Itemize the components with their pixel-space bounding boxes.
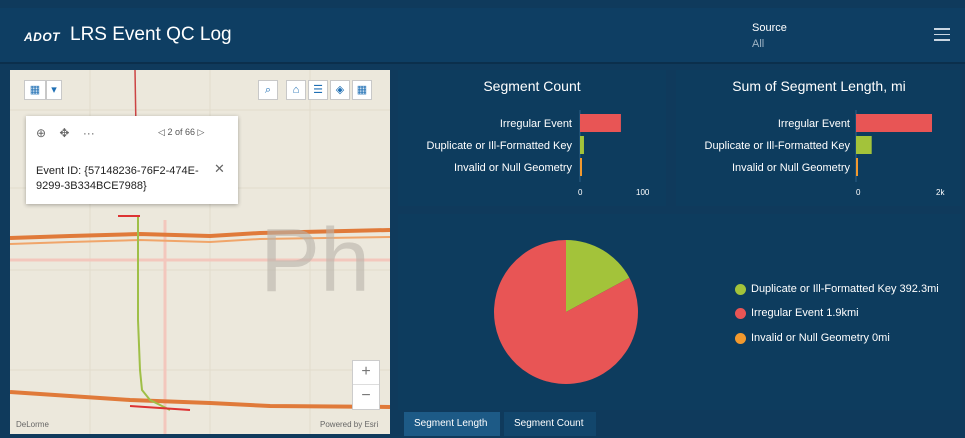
bar-label: Invalid or Null Geometry <box>732 162 850 174</box>
tab-segment-count[interactable]: Segment Count <box>504 412 596 436</box>
segment-length-panel: Sum of Segment Length, mi Irregular Even… <box>676 70 962 206</box>
header-bar: ADOT LRS Event QC Log Source All <box>0 8 965 64</box>
legend-swatch <box>735 332 746 344</box>
legend-item: Irregular Event 1.9kmi <box>735 307 859 319</box>
pager-text: 2 of 66 <box>167 127 195 137</box>
dashboard: ADOT LRS Event QC Log Source All Ph ▦ ▾ … <box>0 0 965 438</box>
axis-tick: 100 <box>636 188 650 197</box>
legend-item: Invalid or Null Geometry 0mi <box>735 332 890 344</box>
source-label: Source <box>752 22 787 34</box>
event-id-text: Event ID: {57148236-76F2-474E-9299-3B334… <box>36 165 199 192</box>
esri-attribution[interactable]: Powered by Esri <box>320 420 378 429</box>
segment-length-bar[interactable] <box>856 158 858 176</box>
basemap-gallery-icon[interactable]: ▦ <box>352 80 372 100</box>
pan-icon[interactable]: ✥ <box>59 126 69 140</box>
segment-length-bar[interactable] <box>856 136 872 154</box>
segment-count-chart <box>579 110 621 182</box>
segment-count-panel: Segment Count Irregular Event Duplicate … <box>398 70 666 206</box>
zoom-out-button[interactable]: − <box>353 385 379 409</box>
legend-swatch <box>735 307 746 319</box>
map-view[interactable]: Ph ▦ ▾ ⌕ ⌂ ☰ ◈ ▦ ⊕ ✥ ··· ◁ 2 of 66 ▷ Eve… <box>10 70 390 434</box>
next-icon[interactable]: ▷ <box>197 127 204 137</box>
pie-panel <box>398 214 962 410</box>
bar-label: Irregular Event <box>499 118 572 130</box>
zoom-to-icon[interactable]: ⊕ <box>36 126 46 140</box>
menu-icon[interactable] <box>934 28 950 42</box>
segment-count-bar[interactable] <box>580 114 621 132</box>
zoom-control: + − <box>352 360 380 410</box>
home-icon[interactable]: ⌂ <box>286 80 306 100</box>
legend-label: Irregular Event 1.9kmi <box>751 307 859 319</box>
zoom-in-button[interactable]: + <box>353 361 379 385</box>
chevron-down-icon[interactable]: ▾ <box>46 80 62 100</box>
legend-icon[interactable]: ☰ <box>308 80 328 100</box>
axis-tick: 2k <box>936 188 945 197</box>
feature-popup: ⊕ ✥ ··· ◁ 2 of 66 ▷ Event ID: {57148236-… <box>26 116 238 204</box>
axis-tick: 0 <box>578 188 583 197</box>
segment-count-bar[interactable] <box>580 136 584 154</box>
adot-logo: ADOT <box>24 30 60 44</box>
legend-item: Duplicate or Ill-Formatted Key 392.3mi <box>735 283 939 295</box>
segment-count-bar[interactable] <box>580 158 582 176</box>
popup-tools: ⊕ ✥ ··· <box>36 126 95 140</box>
pie-chart <box>494 240 638 384</box>
map-place-label: Ph <box>260 211 371 311</box>
bar-label: Invalid or Null Geometry <box>454 162 572 174</box>
legend-label: Duplicate or Ill-Formatted Key 392.3mi <box>751 283 939 295</box>
layers-icon[interactable]: ◈ <box>330 80 350 100</box>
legend-label: Invalid or Null Geometry 0mi <box>751 332 890 344</box>
segment-length-bar[interactable] <box>856 114 932 132</box>
previous-icon[interactable]: ◁ <box>158 127 165 137</box>
popup-pager[interactable]: ◁ 2 of 66 ▷ <box>158 127 204 138</box>
close-icon[interactable]: ✕ <box>214 161 225 177</box>
map-attribution: DeLorme <box>16 420 49 429</box>
source-selector[interactable]: All <box>752 38 764 50</box>
segment-length-chart <box>855 110 932 182</box>
legend-swatch <box>735 283 746 295</box>
bar-label: Duplicate or Ill-Formatted Key <box>704 140 851 152</box>
axis-tick: 0 <box>856 188 861 197</box>
page-title: LRS Event QC Log <box>70 24 232 45</box>
more-options-icon[interactable]: ··· <box>83 126 95 140</box>
bar-label: Irregular Event <box>777 118 850 130</box>
search-icon[interactable]: ⌕ <box>258 80 278 100</box>
layer-toggle-icon[interactable]: ▦ <box>24 80 46 100</box>
tab-segment-length[interactable]: Segment Length <box>404 412 500 436</box>
bar-label: Duplicate or Ill-Formatted Key <box>426 140 573 152</box>
